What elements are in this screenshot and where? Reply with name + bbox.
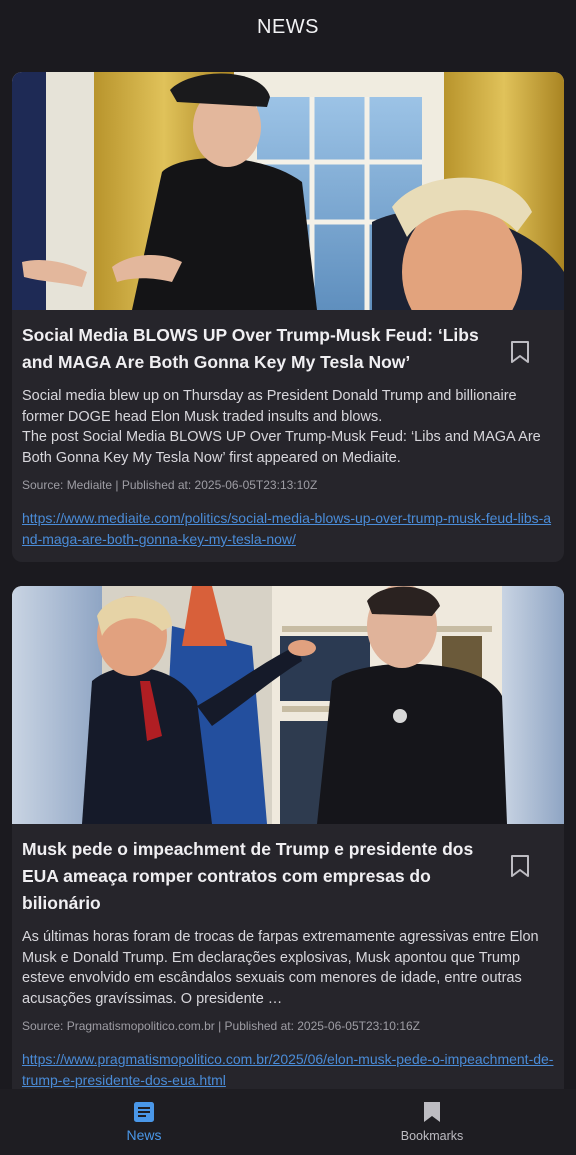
bookmark-outline-icon (511, 341, 529, 363)
description-line: As últimas horas foram de trocas de farp… (22, 929, 539, 1007)
app-root: NEWS Social Media BLOWS UP Over Trump-Mu… (0, 0, 576, 1155)
nav-item-bookmarks[interactable]: Bookmarks (288, 1089, 576, 1155)
nav-label-bookmarks: Bookmarks (400, 1129, 464, 1143)
article-image[interactable] (12, 72, 564, 310)
article-title[interactable]: Musk pede o impeachment de Trump e presi… (22, 836, 502, 917)
article-title-row: Musk pede o impeachment de Trump e presi… (22, 836, 554, 917)
article-photo-musk-trump (12, 72, 564, 310)
bookmark-button[interactable] (506, 850, 534, 882)
article-title-row: Social Media BLOWS UP Over Trump-Musk Fe… (22, 322, 554, 376)
top-app-bar: NEWS (0, 0, 576, 54)
bookmark-button[interactable] (506, 336, 534, 368)
article-link[interactable]: https://www.pragmatismopolitico.com.br/2… (22, 1049, 554, 1090)
page-title: NEWS (257, 15, 319, 38)
article-meta: Source: Pragmatismopolitico.com.br | Pub… (22, 1019, 420, 1033)
article-icon (134, 1102, 154, 1122)
article-description: As últimas horas foram de trocas de farp… (22, 927, 554, 1009)
news-feed[interactable]: Social Media BLOWS UP Over Trump-Musk Fe… (12, 72, 564, 1090)
nav-label-news: News (126, 1127, 162, 1143)
bookmark-outline-icon (511, 855, 529, 877)
article-body: Social Media BLOWS UP Over Trump-Musk Fe… (12, 310, 564, 562)
article-body: Musk pede o impeachment de Trump e presi… (12, 824, 564, 1090)
article-photo-trump-musk (12, 586, 564, 824)
article-description: Social media blew up on Thursday as Pres… (22, 386, 554, 468)
article-title[interactable]: Social Media BLOWS UP Over Trump-Musk Fe… (22, 322, 502, 376)
article-image[interactable] (12, 586, 564, 824)
description-line: The post Social Media BLOWS UP Over Trum… (22, 429, 541, 466)
article-meta: Source: Mediaite | Published at: 2025-06… (22, 478, 318, 492)
article-link[interactable]: https://www.mediaite.com/politics/social… (22, 508, 554, 550)
bookmark-filled-icon (424, 1102, 440, 1122)
article-card[interactable]: Social Media BLOWS UP Over Trump-Musk Fe… (12, 72, 564, 562)
article-card[interactable]: Musk pede o impeachment de Trump e presi… (12, 586, 564, 1090)
description-line: Social media blew up on Thursday as Pres… (22, 388, 517, 425)
nav-item-news[interactable]: News (0, 1089, 288, 1155)
bottom-navigation: News Bookmarks (0, 1089, 576, 1155)
